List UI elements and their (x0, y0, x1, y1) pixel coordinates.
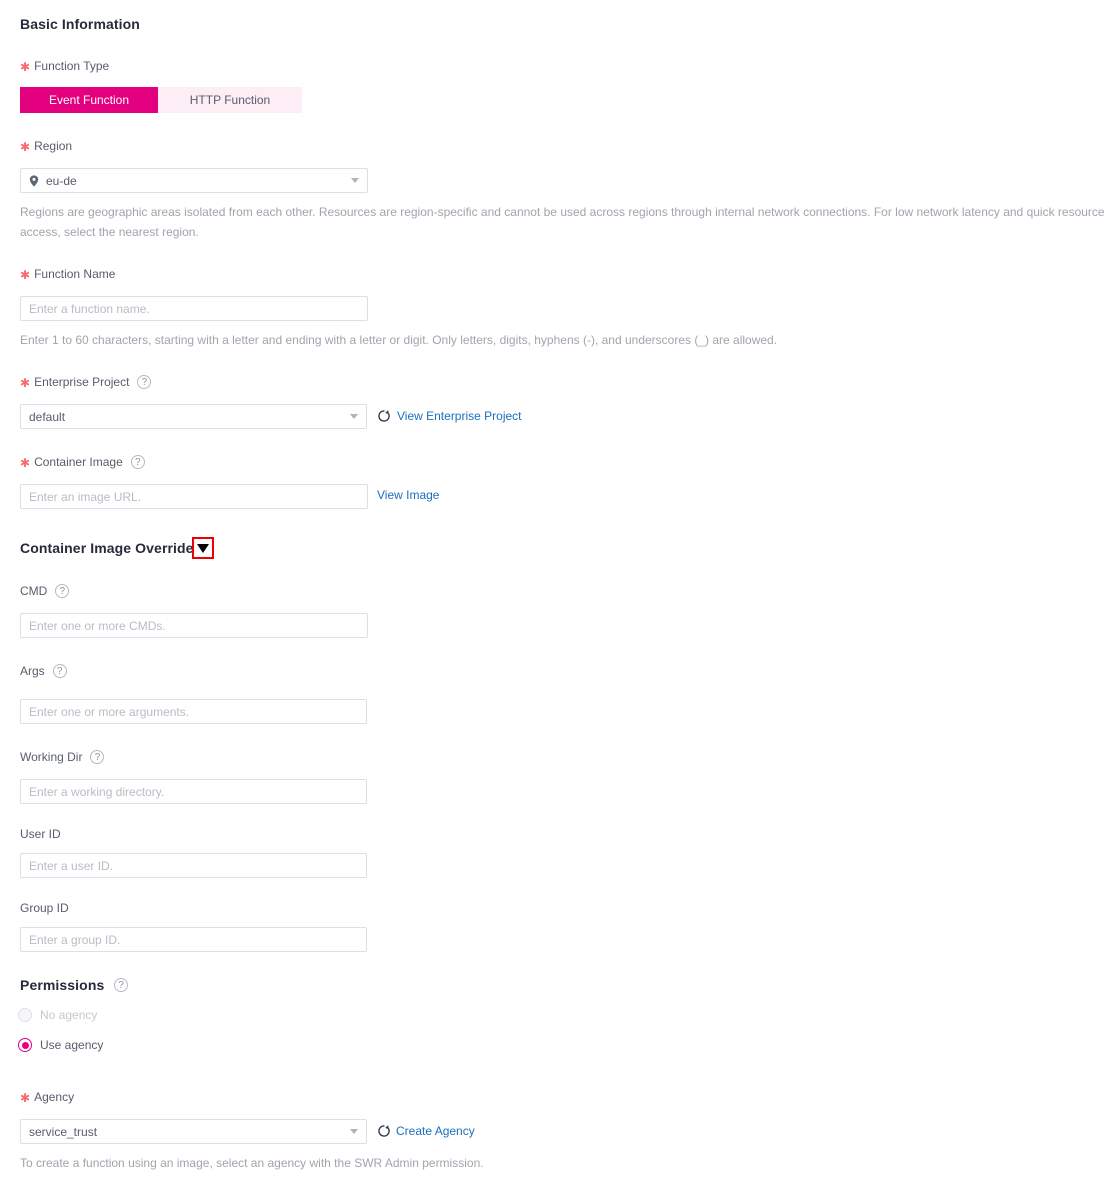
view-image-link[interactable]: View Image (377, 488, 439, 502)
region-hint: Regions are geographic areas isolated fr… (20, 205, 1105, 239)
view-enterprise-project-link[interactable]: View Enterprise Project (397, 409, 522, 423)
refresh-icon[interactable] (377, 409, 391, 423)
enterprise-project-label: ✱ Enterprise Project ? (20, 374, 152, 390)
working-dir-label-text: Working Dir (20, 750, 83, 764)
cmd-label: CMD ? (20, 583, 70, 599)
required-asterisk-icon: ✱ (20, 1091, 31, 1105)
help-icon[interactable]: ? (90, 750, 105, 764)
location-pin-icon (29, 174, 39, 187)
working-dir-placeholder: Enter a working directory. (29, 784, 165, 799)
container-image-override-collapse-toggle[interactable] (192, 537, 214, 559)
radio-unchecked-icon (18, 1008, 32, 1022)
user-id-input[interactable]: Enter a user ID. (20, 853, 367, 878)
required-asterisk-icon: ✱ (20, 376, 31, 390)
agency-select[interactable]: service_trust (20, 1119, 367, 1144)
container-image-input[interactable]: Enter an image URL. (20, 484, 368, 509)
user-id-label: User ID (20, 826, 61, 842)
function-type-http-function-button[interactable]: HTTP Function (158, 87, 302, 113)
function-type-toggle-group: Event Function HTTP Function (20, 87, 302, 113)
container-image-placeholder: Enter an image URL. (29, 489, 142, 504)
permissions-radio-no-agency[interactable]: No agency (18, 1008, 97, 1022)
user-id-placeholder: Enter a user ID. (29, 858, 114, 873)
group-id-label-text: Group ID (20, 901, 69, 915)
args-label: Args ? (20, 663, 67, 679)
region-label-text: Region (34, 139, 73, 153)
chevron-down-icon (351, 178, 359, 183)
args-input[interactable]: Enter one or more arguments. (20, 699, 367, 724)
function-name-label-text: Function Name (34, 267, 116, 281)
args-placeholder: Enter one or more arguments. (29, 704, 190, 719)
help-icon[interactable]: ? (52, 664, 67, 678)
function-name-hint: Enter 1 to 60 characters, starting with … (20, 333, 778, 347)
create-agency-link[interactable]: Create Agency (396, 1124, 475, 1138)
cmd-input[interactable]: Enter one or more CMDs. (20, 613, 368, 638)
permissions-heading: Permissions (20, 977, 105, 993)
help-icon[interactable]: ? (55, 584, 70, 598)
enterprise-project-select[interactable]: default (20, 404, 367, 429)
container-image-label-text: Container Image (34, 455, 123, 469)
permissions-option-label: No agency (40, 1008, 98, 1022)
cmd-placeholder: Enter one or more CMDs. (29, 618, 166, 633)
permissions-option-label: Use agency (40, 1038, 104, 1052)
region-label: ✱ Region (20, 138, 72, 154)
required-asterisk-icon: ✱ (20, 456, 31, 470)
enterprise-project-label-text: Enterprise Project (34, 375, 130, 389)
function-name-input[interactable]: Enter a function name. (20, 296, 368, 321)
refresh-icon[interactable] (377, 1124, 391, 1138)
group-id-input[interactable]: Enter a group ID. (20, 927, 367, 952)
working-dir-label: Working Dir ? (20, 749, 105, 765)
help-icon[interactable]: ? (130, 455, 145, 469)
function-type-label-text: Function Type (34, 59, 110, 73)
user-id-label-text: User ID (20, 827, 61, 841)
create-function-form: Basic Information ✱ Function Type Event … (0, 0, 1118, 1179)
region-value: eu-de (46, 173, 77, 188)
agency-hint: To create a function using an image, sel… (20, 1156, 484, 1170)
chevron-down-icon (350, 414, 358, 419)
args-label-text: Args (20, 664, 45, 678)
container-image-label: ✱ Container Image ? (20, 454, 145, 470)
cmd-label-text: CMD (20, 584, 48, 598)
help-icon[interactable]: ? (137, 375, 152, 389)
agency-value: service_trust (29, 1124, 98, 1139)
chevron-down-icon (197, 543, 209, 553)
radio-checked-icon (18, 1038, 32, 1052)
group-id-label: Group ID (20, 900, 69, 916)
agency-label: ✱ Agency (20, 1089, 74, 1105)
required-asterisk-icon: ✱ (20, 268, 31, 282)
required-asterisk-icon: ✱ (20, 140, 31, 154)
permissions-radio-use-agency[interactable]: Use agency (18, 1038, 103, 1052)
group-id-placeholder: Enter a group ID. (29, 932, 121, 947)
container-image-override-heading: Container Image Override (20, 540, 194, 556)
agency-label-text: Agency (34, 1090, 75, 1104)
help-icon[interactable]: ? (114, 978, 128, 992)
function-name-label: ✱ Function Name (20, 266, 115, 282)
function-type-label: ✱ Function Type (20, 58, 109, 74)
basic-information-heading: Basic Information (20, 16, 140, 32)
required-asterisk-icon: ✱ (20, 60, 31, 74)
working-dir-input[interactable]: Enter a working directory. (20, 779, 367, 804)
function-name-placeholder: Enter a function name. (29, 301, 150, 316)
function-type-event-function-button[interactable]: Event Function (20, 87, 158, 113)
chevron-down-icon (350, 1129, 358, 1134)
enterprise-project-value: default (29, 409, 66, 424)
region-select[interactable]: eu-de (20, 168, 368, 193)
